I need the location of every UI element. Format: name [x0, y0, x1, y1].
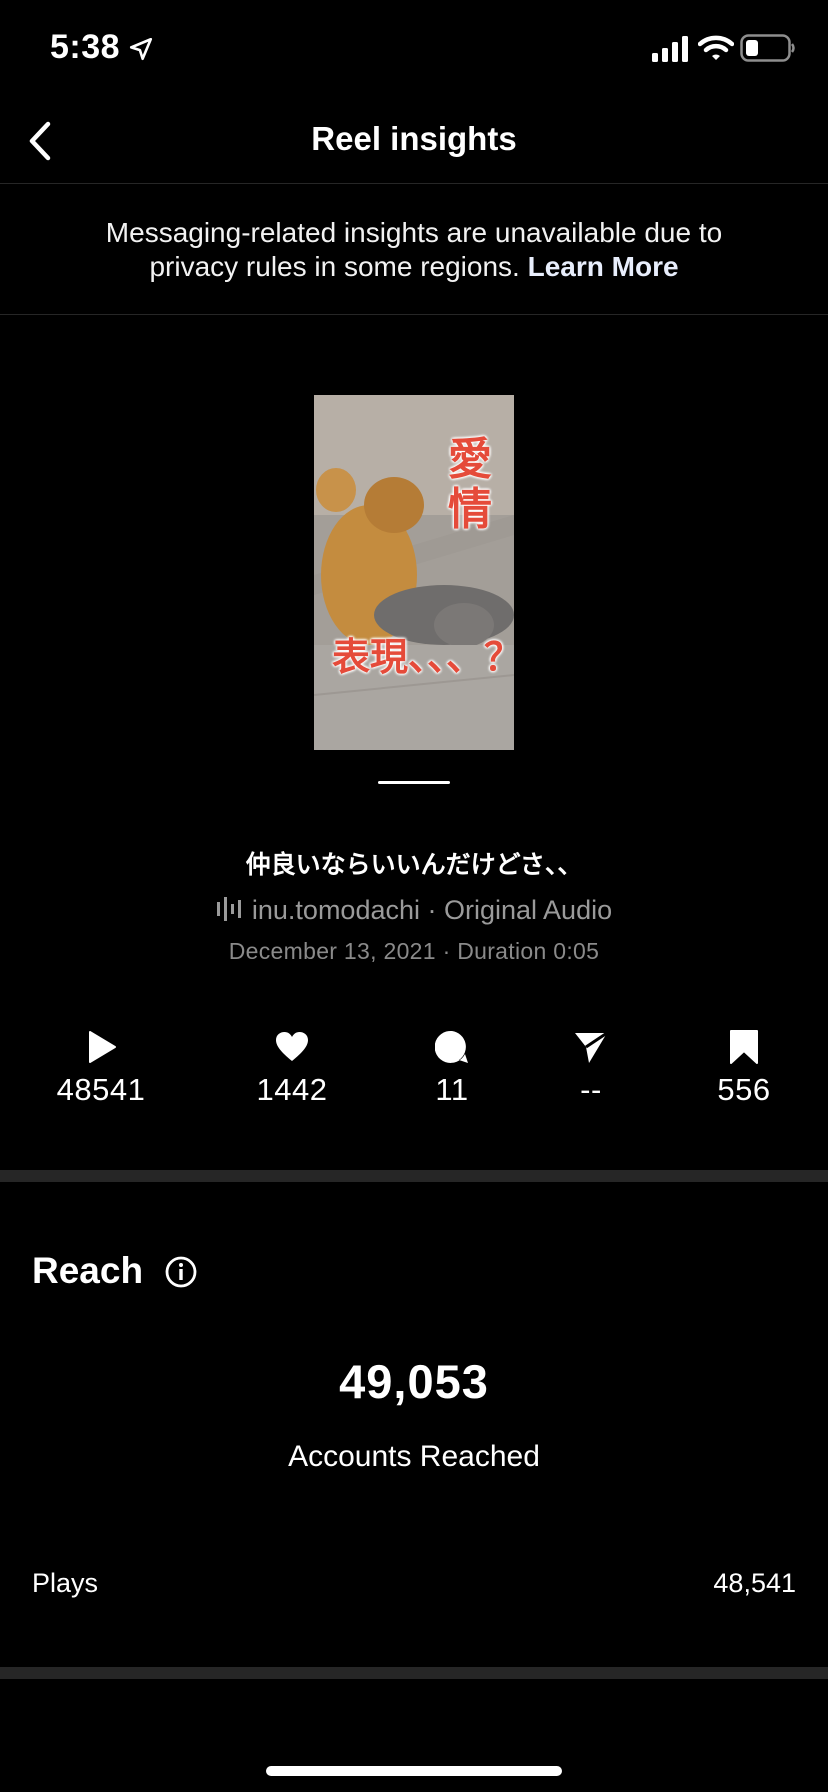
share-paper-plane-icon	[575, 1031, 608, 1063]
meta-separator: ·	[435, 938, 458, 964]
battery-icon	[740, 34, 795, 62]
audio-waveform-icon	[216, 897, 241, 921]
thumbnail-text-bottom: 表現、、、？	[332, 635, 514, 679]
info-icon[interactable]	[165, 1256, 197, 1288]
section-divider	[0, 1170, 828, 1182]
reel-meta: December 13, 2021 · Duration 0:05	[0, 938, 828, 965]
shares-count: --	[580, 1072, 602, 1107]
reel-thumbnail[interactable]: 愛情 表現、、、？	[314, 395, 514, 750]
accounts-reached-label: Accounts Reached	[288, 1440, 540, 1473]
thumbnail-text-top: 愛情	[448, 434, 492, 535]
reach-heading: Reach	[32, 1250, 144, 1291]
page-indicator	[378, 781, 450, 784]
comments-count: 11	[435, 1072, 469, 1107]
status-bar: 5:38	[0, 0, 828, 100]
section-divider	[0, 1667, 828, 1679]
comment-bubble-icon	[435, 1030, 468, 1063]
heart-icon	[276, 1032, 308, 1061]
nav-bar: Reel insights	[0, 100, 828, 184]
learn-more-link[interactable]: Learn More	[528, 251, 679, 282]
privacy-notice: Messaging-related insights are unavailab…	[0, 184, 828, 315]
stat-likes: 1442	[217, 1030, 367, 1108]
saves-count: 556	[717, 1072, 771, 1107]
home-indicator[interactable]	[266, 1766, 562, 1776]
audio-name[interactable]: Original Audio	[444, 895, 612, 925]
audio-separator: ·	[420, 895, 444, 925]
wifi-icon	[698, 35, 734, 60]
location-arrow-icon	[129, 37, 153, 61]
likes-count: 1442	[256, 1072, 328, 1107]
plays-count: 48541	[56, 1072, 146, 1107]
post-date: December 13, 2021	[228, 938, 436, 964]
status-time: 5:38	[50, 28, 121, 66]
accounts-reached-value: 49,053	[339, 1355, 489, 1408]
plays-value: 48,541	[713, 1568, 796, 1598]
play-icon	[89, 1031, 116, 1063]
plays-label: Plays	[32, 1568, 99, 1598]
account-name[interactable]: inu.tomodachi	[252, 895, 420, 925]
duration-value: 0:05	[553, 938, 600, 964]
audio-row: inu.tomodachi · Original Audio	[0, 895, 828, 926]
stat-saves: 556	[669, 1030, 819, 1108]
stat-plays: 48541	[26, 1030, 176, 1108]
duration-label: Duration	[457, 938, 547, 964]
page-title: Reel insights	[311, 120, 517, 157]
cellular-signal-icon	[652, 36, 688, 62]
bookmark-icon	[730, 1030, 758, 1064]
reel-caption: 仲良いならいいんだけどさ、、	[245, 850, 583, 879]
stat-shares: --	[516, 1030, 666, 1108]
stat-comments: 11	[377, 1030, 527, 1108]
